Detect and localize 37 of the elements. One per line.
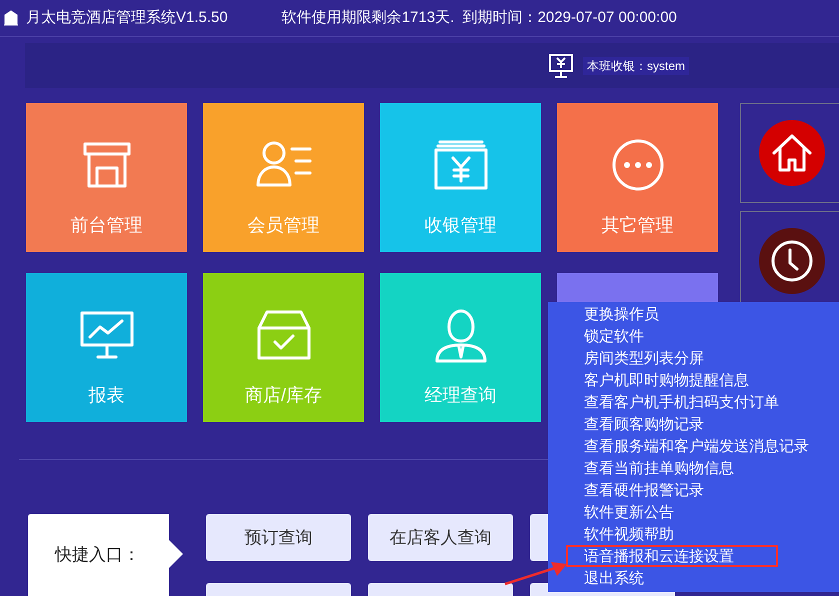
manager-icon bbox=[432, 307, 488, 363]
quick-entry-button[interactable]: 预订查询 bbox=[206, 514, 351, 561]
menu-item[interactable]: 查看客户机手机扫码支付订单 bbox=[584, 391, 839, 413]
menu-item[interactable]: 查看硬件报警记录 bbox=[584, 479, 839, 501]
tile-label: 报表 bbox=[88, 384, 124, 407]
quick-entry-label: 快捷入口： bbox=[55, 544, 140, 566]
menu-item[interactable]: 更换操作员 bbox=[584, 303, 839, 325]
menu-item[interactable]: 锁定软件 bbox=[584, 325, 839, 347]
more-dots-icon bbox=[610, 138, 664, 192]
menu-item[interactable]: 软件更新公告 bbox=[584, 501, 839, 523]
tile-label: 其它管理 bbox=[602, 214, 674, 237]
menu-item[interactable]: 查看顾客购物记录 bbox=[584, 413, 839, 435]
window-title: 月太电竞酒店管理系统V1.5.50 bbox=[26, 8, 228, 28]
quick-entry-button[interactable]: 在店客人查询 bbox=[368, 514, 513, 561]
menu-item[interactable]: 查看当前挂单购物信息 bbox=[584, 457, 839, 479]
annotation-arrow bbox=[503, 560, 569, 586]
clock-icon bbox=[770, 239, 814, 283]
tile-label: 收银管理 bbox=[424, 214, 496, 237]
menu-item[interactable]: 客户机即时购物提醒信息 bbox=[584, 369, 839, 391]
license-info: 软件使用期限剩余1713天. 到期时间：2029-07-07 00:00:00 bbox=[282, 8, 677, 28]
box-check-icon bbox=[254, 308, 312, 362]
menu-item[interactable]: 退出系统 bbox=[584, 567, 839, 589]
cashier-monitor-icon bbox=[546, 52, 575, 80]
tile-label: 会员管理 bbox=[248, 214, 320, 237]
house-icon bbox=[771, 133, 813, 173]
menu-item[interactable]: 软件视频帮助 bbox=[584, 523, 839, 545]
tile-label: 前台管理 bbox=[70, 214, 142, 237]
menu-item[interactable]: 查看服务端和客户端发送消息记录 bbox=[584, 435, 839, 457]
menu-item[interactable]: 语音播报和云连接设置 bbox=[566, 545, 778, 567]
menu-item[interactable]: 房间类型列表分屏 bbox=[584, 347, 839, 369]
money-box-icon bbox=[432, 138, 490, 192]
building-icon bbox=[4, 10, 18, 26]
chart-board-icon bbox=[78, 309, 136, 361]
tile-label: 经理查询 bbox=[424, 384, 496, 407]
tile-label: 商店/库存 bbox=[244, 384, 322, 407]
cashier-label: 本班收银：system bbox=[582, 56, 689, 74]
shortcut-card[interactable] bbox=[740, 103, 839, 203]
